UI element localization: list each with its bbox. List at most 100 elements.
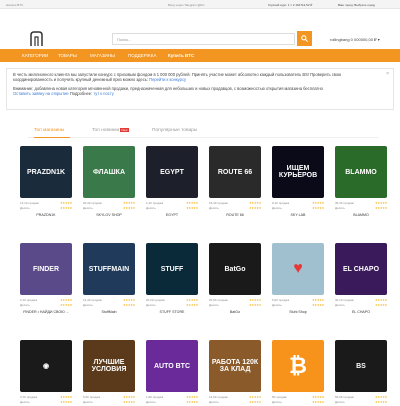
shop-card[interactable]: FINDER 2,1К продаж ★★★★★ Десять ★★★★★ FINDER … xyxy=(20,243,74,314)
shop-thumbnail[interactable]: BS xyxy=(335,340,387,392)
shop-card[interactable]: PRAZDN1K 12,1К продаж ★★★★★ Десять ★★★★★ PRAZ… xyxy=(20,146,74,217)
rating-stars-icon: ★★★★★ xyxy=(123,303,135,307)
city-selector[interactable]: Ваш город: Выбрать город xyxy=(338,3,375,7)
shop-card[interactable]: STUFFMAIN 14,4К продаж ★★★★★ Десять ★★★★★ Stu… xyxy=(83,243,137,314)
notice-more-label: Подробнее: xyxy=(69,91,93,97)
shop-age-row: Десять ★★★★★ xyxy=(272,400,324,405)
shop-age: Десять xyxy=(272,206,282,210)
shop-thumbnail[interactable]: BatGo xyxy=(209,243,261,295)
rate-info: Горячий курс: 1 = 2 164712,52 ₽ xyxy=(268,3,313,7)
rating-stars-icon: ★★★★★ xyxy=(186,206,198,210)
contest-link[interactable]: Перейти к конкурсу xyxy=(149,77,186,82)
shop-age: Десять xyxy=(83,303,93,307)
active-tab-underline xyxy=(34,137,70,138)
shop-age: Десять xyxy=(272,400,282,404)
shop-thumbnail[interactable]: ЛУЧШИЕ УСЛОВИЯ xyxy=(83,340,135,392)
shop-name[interactable]: BatGo xyxy=(209,310,261,314)
shop-card[interactable]: ЛУЧШИЕ УСЛОВИЯ 5,0К продаж ★★★★★ Десять ★★★★… xyxy=(83,340,137,405)
shop-age: Десять xyxy=(209,400,219,404)
shop-age-row: Десять ★★★★★ xyxy=(83,400,135,405)
shop-age: Десять xyxy=(20,400,30,404)
rating-stars-icon: ★★★★★ xyxy=(375,303,387,307)
shop-thumbnail[interactable]: ФЛАШКА xyxy=(83,146,135,198)
shop-thumbnail[interactable]: EGYPT xyxy=(146,146,198,198)
shop-age-row: Десять ★★★★★ xyxy=(20,400,72,405)
shop-name[interactable]: FINDER • НАЙДИ СВОЮ ... xyxy=(20,310,72,314)
rating-stars-icon: ★★★★★ xyxy=(375,400,387,404)
shop-thumbnail[interactable]: РАБОТА 120К ЗА КЛАД xyxy=(209,340,261,392)
logo-icon[interactable] xyxy=(30,31,43,46)
shop-name[interactable]: PRAZDN1K xyxy=(20,213,72,217)
shop-age: Десять xyxy=(146,303,156,307)
search-input[interactable]: Поиск... xyxy=(112,33,295,45)
nav-categories[interactable]: КАТЕГОРИИ xyxy=(22,53,48,58)
telegram-link[interactable]: Вход через Telegram @btc xyxy=(168,3,205,7)
nav-shops[interactable]: МАГАЗИНЫ xyxy=(90,53,115,58)
shop-card[interactable]: STUFF 20,2К продаж ★★★★★ Десять ★★★★★ STUFF S… xyxy=(146,243,200,314)
shop-age: Десять xyxy=(335,206,345,210)
rating-stars-icon: ★★★★★ xyxy=(186,400,198,404)
shop-thumbnail[interactable]: ♥ xyxy=(272,243,324,295)
shop-age: Десять xyxy=(335,400,345,404)
shop-card[interactable]: РАБОТА 120К ЗА КЛАД 14,6К продаж ★★★★★ Деся… xyxy=(209,340,263,405)
shop-card[interactable]: ₿ 50 продаж ★★★★★ Десять ★★★★★ xyxy=(272,340,326,405)
user-balance[interactable]: rollingbang 0 000000,00 ₽ ▾ xyxy=(330,37,380,42)
shop-thumbnail[interactable]: STUFFMAIN xyxy=(83,243,135,295)
search-placeholder: Поиск... xyxy=(117,37,132,42)
close-icon[interactable]: × xyxy=(386,71,389,77)
shop-card[interactable]: ♥ 5,0К продаж ★★★★★ Десять ★★★★★ Stuhi Shop xyxy=(272,243,326,314)
shop-thumbnail[interactable]: ₿ xyxy=(272,340,324,392)
shop-name[interactable]: SKY LAB xyxy=(272,213,324,217)
details-link[interactable]: тут xyxy=(93,91,99,96)
shop-age-row: Десять ★★★★★ xyxy=(209,206,261,211)
shop-thumbnail[interactable]: BLAMMO xyxy=(335,146,387,198)
shop-name[interactable]: EL CHAPO xyxy=(335,310,387,314)
shop-age-row: Десять ★★★★★ xyxy=(335,206,387,211)
shop-thumbnail[interactable]: ROUTE 66 xyxy=(209,146,261,198)
shop-thumbnail[interactable]: AUTO BTC xyxy=(146,340,198,392)
shop-card[interactable]: BS 56,0К продаж ★★★★★ Десять ★★★★★ xyxy=(335,340,389,405)
shop-thumbnail[interactable]: FINDER xyxy=(20,243,72,295)
shop-name[interactable]: ROUTE 66 xyxy=(209,213,261,217)
shop-name[interactable]: STUFF STORE xyxy=(146,310,198,314)
header: Поиск... rollingbang 0 000000,00 ₽ ▾ xyxy=(0,9,400,47)
shop-card[interactable]: EGYPT 1,2К продаж ★★★★★ Десять ★★★★★ EGYPT xyxy=(146,146,200,217)
shop-card[interactable]: ROUTE 66 15,3К продаж ★★★★★ Десять ★★★★★ ROUT… xyxy=(209,146,263,217)
search-button[interactable] xyxy=(297,31,312,46)
nav-support[interactable]: ПОДДЕРЖКА xyxy=(128,53,156,58)
rating-stars-icon: ★★★★★ xyxy=(123,400,135,404)
shop-age-row: Десять ★★★★★ xyxy=(83,303,135,308)
shop-age: Десять xyxy=(20,206,30,210)
shop-card[interactable]: AUTO BTC 1,6К продаж ★★★★★ Десять ★★★★★ xyxy=(146,340,200,405)
tab-top-shops[interactable]: Топ магазины xyxy=(34,128,64,133)
shop-thumbnail[interactable]: ИЩЕМ КУРЬЕРОВ xyxy=(272,146,324,198)
shop-card[interactable]: ◉ 3,7К продаж ★★★★★ Десять ★★★★★ xyxy=(20,340,74,405)
rating-stars-icon: ★★★★★ xyxy=(312,303,324,307)
shop-age-row: Десять ★★★★★ xyxy=(146,206,198,211)
shop-thumbnail[interactable]: ◉ xyxy=(20,340,72,392)
apply-link[interactable]: Оставить заявку на открытие xyxy=(13,91,69,96)
notice-line-2: координированность и получить крупный де… xyxy=(13,77,149,83)
shop-age-row: Десять ★★★★★ xyxy=(209,303,261,308)
shop-age-row: Десять ★★★★★ xyxy=(272,303,324,308)
shop-thumbnail[interactable]: PRAZDN1K xyxy=(20,146,72,198)
nav-products[interactable]: ТОВАРЫ xyxy=(58,53,77,58)
shop-card[interactable]: EL CHAPO 30,1К продаж ★★★★★ Десять ★★★★★ EL C… xyxy=(335,243,389,314)
post-link[interactable]: к посту xyxy=(100,91,113,96)
nav-buy-btc[interactable]: Купить BTC xyxy=(168,53,194,58)
shop-card[interactable]: BatGo 20,5К продаж ★★★★★ Десять ★★★★★ BatGo xyxy=(209,243,263,314)
shop-thumbnail[interactable]: EL CHAPO xyxy=(335,243,387,295)
shop-name[interactable]: Stuhi Shop xyxy=(272,310,324,314)
shop-name[interactable]: SKYLOV SHOP xyxy=(83,213,135,217)
shop-card[interactable]: ИЩЕМ КУРЬЕРОВ 9,1К продаж ★★★★★ Десять ★★★★★… xyxy=(272,146,326,217)
shop-name[interactable]: EGYPT xyxy=(146,213,198,217)
shop-card[interactable]: BLAMMO 35,3К продаж ★★★★★ Десять ★★★★★ BLAMMO xyxy=(335,146,389,217)
shop-card[interactable]: ФЛАШКА 20,3К продаж ★★★★★ Десять ★★★★★ SKYLOV… xyxy=(83,146,137,217)
shop-name[interactable]: BLAMMO xyxy=(335,213,387,217)
tab-popular[interactable]: Популярные товары xyxy=(152,128,197,133)
top-strip-left: Начало BTC xyxy=(6,3,24,7)
shop-thumbnail[interactable]: STUFF xyxy=(146,243,198,295)
shop-age: Десять xyxy=(272,303,282,307)
shop-name[interactable]: StuffMain xyxy=(83,310,135,314)
tab-top-new[interactable]: Топ новинки New xyxy=(92,128,129,133)
